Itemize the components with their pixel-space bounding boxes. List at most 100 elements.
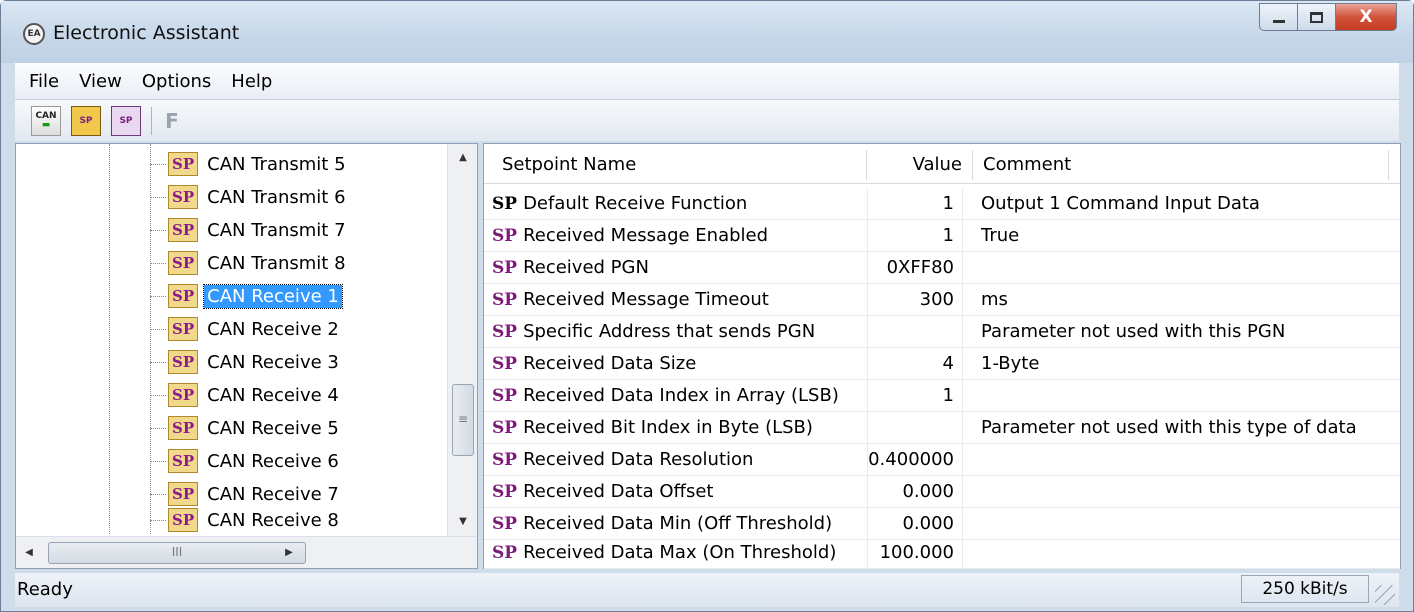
sp-icon: SP — [492, 194, 518, 214]
tree-item-label: CAN Receive 5 — [207, 417, 339, 439]
setpoint-tree[interactable]: SP CAN Transmit 5 SP CAN Transmit 6 SP CAN … — [15, 143, 478, 569]
scroll-left-icon[interactable]: ◀ — [16, 537, 42, 569]
table-row[interactable]: SP Received Message Enabled 1 True — [484, 220, 1400, 252]
tree-horizontal-scrollbar[interactable]: ◀ III ▶ — [16, 536, 477, 568]
tree-item-label: CAN Receive 2 — [207, 318, 339, 340]
tree-item-label: CAN Receive 4 — [207, 384, 339, 406]
save-setpoint-icon[interactable]: SP — [111, 105, 141, 136]
table-row[interactable]: SP Received Data Offset 0.000 — [484, 476, 1400, 508]
tree-item-can-receive-4[interactable]: SP CAN Receive 4 — [150, 379, 342, 411]
setpoint-name: Received Data Min (Off Threshold) — [523, 513, 833, 534]
tree-item-can-receive-2[interactable]: SP CAN Receive 2 — [150, 313, 342, 345]
setpoint-value[interactable]: 300 — [867, 284, 963, 316]
menu-file[interactable]: File — [19, 71, 69, 92]
sp-icon: SP — [168, 251, 199, 275]
setpoint-name: Received Data Size — [523, 353, 697, 374]
horizontal-scroll-thumb[interactable]: III — [48, 542, 306, 564]
setpoint-value[interactable] — [867, 316, 963, 348]
scroll-down-icon[interactable]: ▼ — [448, 508, 478, 536]
table-row[interactable]: SP Received Message Timeout 300 ms — [484, 284, 1400, 316]
tree-item-can-transmit-8[interactable]: SP CAN Transmit 8 — [150, 247, 349, 279]
setpoint-name: Received Data Index in Array (LSB) — [523, 385, 839, 406]
tree-item-can-receive-6[interactable]: SP CAN Receive 6 — [150, 445, 342, 477]
tree-item-label: CAN Transmit 8 — [207, 252, 346, 274]
menu-view[interactable]: View — [69, 71, 132, 92]
minimize-button[interactable] — [1259, 3, 1297, 31]
table-row[interactable]: SP Received Data Resolution 0.400000 — [484, 444, 1400, 476]
setpoint-value[interactable]: 0.400000 — [867, 444, 963, 476]
tree-item-can-transmit-7[interactable]: SP CAN Transmit 7 — [150, 214, 349, 246]
app-window: EA Electronic Assistant X File View Opti… — [0, 0, 1414, 612]
vertical-scroll-thumb[interactable]: ≡ — [452, 384, 474, 456]
setpoint-comment: True — [981, 225, 1020, 246]
setpoint-value[interactable]: 1 — [867, 380, 963, 412]
can-connect-icon[interactable]: CAN ▬ — [31, 105, 61, 136]
tree-item-can-transmit-5[interactable]: SP CAN Transmit 5 — [150, 148, 349, 180]
table-row[interactable]: SP Default Receive Function 1 Output 1 Co… — [484, 188, 1400, 220]
setpoint-value[interactable]: 1 — [867, 220, 963, 252]
app-icon: EA — [23, 23, 45, 45]
column-header-setpoint-name[interactable]: Setpoint Name — [492, 150, 867, 180]
tree-item-can-receive-3[interactable]: SP CAN Receive 3 — [150, 346, 342, 378]
sp-icon: SP — [168, 317, 199, 341]
table-row[interactable]: SP Received Data Max (On Threshold) 100.0… — [484, 537, 1400, 569]
open-setpoint-icon[interactable]: SP — [71, 105, 101, 136]
scroll-right-icon[interactable]: ▶ — [276, 537, 302, 569]
setpoint-value[interactable]: 100.000 — [867, 537, 963, 569]
column-header-value[interactable]: Value — [867, 150, 973, 180]
toolbar-separator — [151, 106, 152, 135]
table-row[interactable]: SP Received Bit Index in Byte (LSB) Param… — [484, 412, 1400, 444]
setpoint-name: Default Receive Function — [523, 193, 748, 214]
setpoint-comment — [973, 380, 1393, 412]
sp-icon: SP — [168, 284, 199, 308]
setpoint-name: Specific Address that sends PGN — [523, 321, 816, 342]
setpoint-value[interactable]: 0XFF80 — [867, 252, 963, 284]
setpoint-name: Received Message Enabled — [523, 225, 769, 246]
setpoint-value[interactable]: 4 — [867, 348, 963, 380]
setpoint-comment: Parameter not used with this PGN — [981, 321, 1286, 342]
setpoint-value[interactable] — [867, 412, 963, 444]
setpoint-comment — [973, 508, 1393, 540]
sp-icon: SP — [168, 152, 199, 176]
setpoint-name: Received Data Resolution — [523, 449, 754, 470]
sp-icon: SP — [492, 290, 518, 310]
flash-icon[interactable]: F — [162, 106, 182, 136]
setpoint-value[interactable]: 0.000 — [867, 508, 963, 540]
tree-item-can-receive-1[interactable]: SP CAN Receive 1 — [150, 280, 343, 312]
setpoint-name: Received PGN — [523, 257, 649, 278]
table-row[interactable]: SP Received Data Min (Off Threshold) 0.00… — [484, 508, 1400, 540]
tree-item-can-receive-8[interactable]: SP CAN Receive 8 — [150, 506, 342, 534]
resize-grip-icon[interactable] — [1375, 585, 1395, 605]
sp-icon: SP — [492, 543, 518, 563]
tree-vertical-scrollbar[interactable]: ▲ ≡ ▼ — [447, 144, 477, 536]
maximize-button[interactable] — [1297, 3, 1335, 31]
tree-guide-line — [109, 144, 110, 534]
setpoint-grid[interactable]: Setpoint Name Value Comment SP Default Re… — [483, 143, 1401, 569]
setpoint-value[interactable]: 0.000 — [867, 476, 963, 508]
menu-options[interactable]: Options — [132, 71, 221, 92]
sp-icon: SP — [492, 418, 518, 438]
close-button[interactable]: X — [1335, 3, 1397, 31]
tree-item-label: CAN Receive 1 — [203, 283, 343, 309]
tree-item-label: CAN Transmit 6 — [207, 186, 346, 208]
table-row[interactable]: SP Received Data Index in Array (LSB) 1 — [484, 380, 1400, 412]
toolbar: CAN ▬ SP SP F — [15, 99, 1399, 141]
tree-item-can-receive-5[interactable]: SP CAN Receive 5 — [150, 412, 342, 444]
caption-buttons: X — [1259, 3, 1397, 31]
setpoint-comment — [973, 476, 1393, 508]
title-bar[interactable]: EA Electronic Assistant X — [1, 1, 1413, 63]
table-row[interactable]: SP Specific Address that sends PGN Parame… — [484, 316, 1400, 348]
tree-item-label: CAN Receive 7 — [207, 483, 339, 505]
column-header-comment[interactable]: Comment — [973, 150, 1389, 180]
scroll-up-icon[interactable]: ▲ — [448, 144, 478, 172]
tree-item-can-transmit-6[interactable]: SP CAN Transmit 6 — [150, 181, 349, 213]
setpoint-name: Received Data Offset — [523, 481, 714, 502]
sp-icon: SP — [168, 508, 199, 532]
setpoint-comment — [973, 252, 1393, 284]
setpoint-value[interactable]: 1 — [867, 188, 963, 220]
menu-help[interactable]: Help — [221, 71, 282, 92]
setpoint-comment — [973, 537, 1393, 569]
table-row[interactable]: SP Received PGN 0XFF80 — [484, 252, 1400, 284]
sp-icon: SP — [168, 350, 199, 374]
table-row[interactable]: SP Received Data Size 4 1-Byte — [484, 348, 1400, 380]
